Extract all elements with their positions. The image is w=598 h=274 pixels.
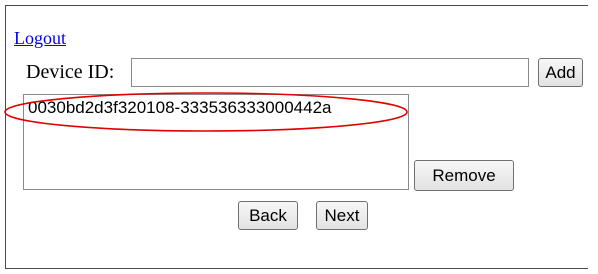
device-listbox[interactable]: 0030bd2d3f320108-333536333000442a (23, 94, 409, 190)
add-button[interactable]: Add (538, 58, 583, 87)
list-item[interactable]: 0030bd2d3f320108-333536333000442a (28, 98, 331, 118)
next-button[interactable]: Next (316, 201, 368, 230)
device-id-label: Device ID: (26, 61, 115, 83)
back-button[interactable]: Back (238, 201, 298, 230)
logout-link[interactable]: Logout (14, 28, 66, 49)
device-id-input[interactable] (131, 58, 529, 87)
remove-button[interactable]: Remove (414, 160, 514, 191)
